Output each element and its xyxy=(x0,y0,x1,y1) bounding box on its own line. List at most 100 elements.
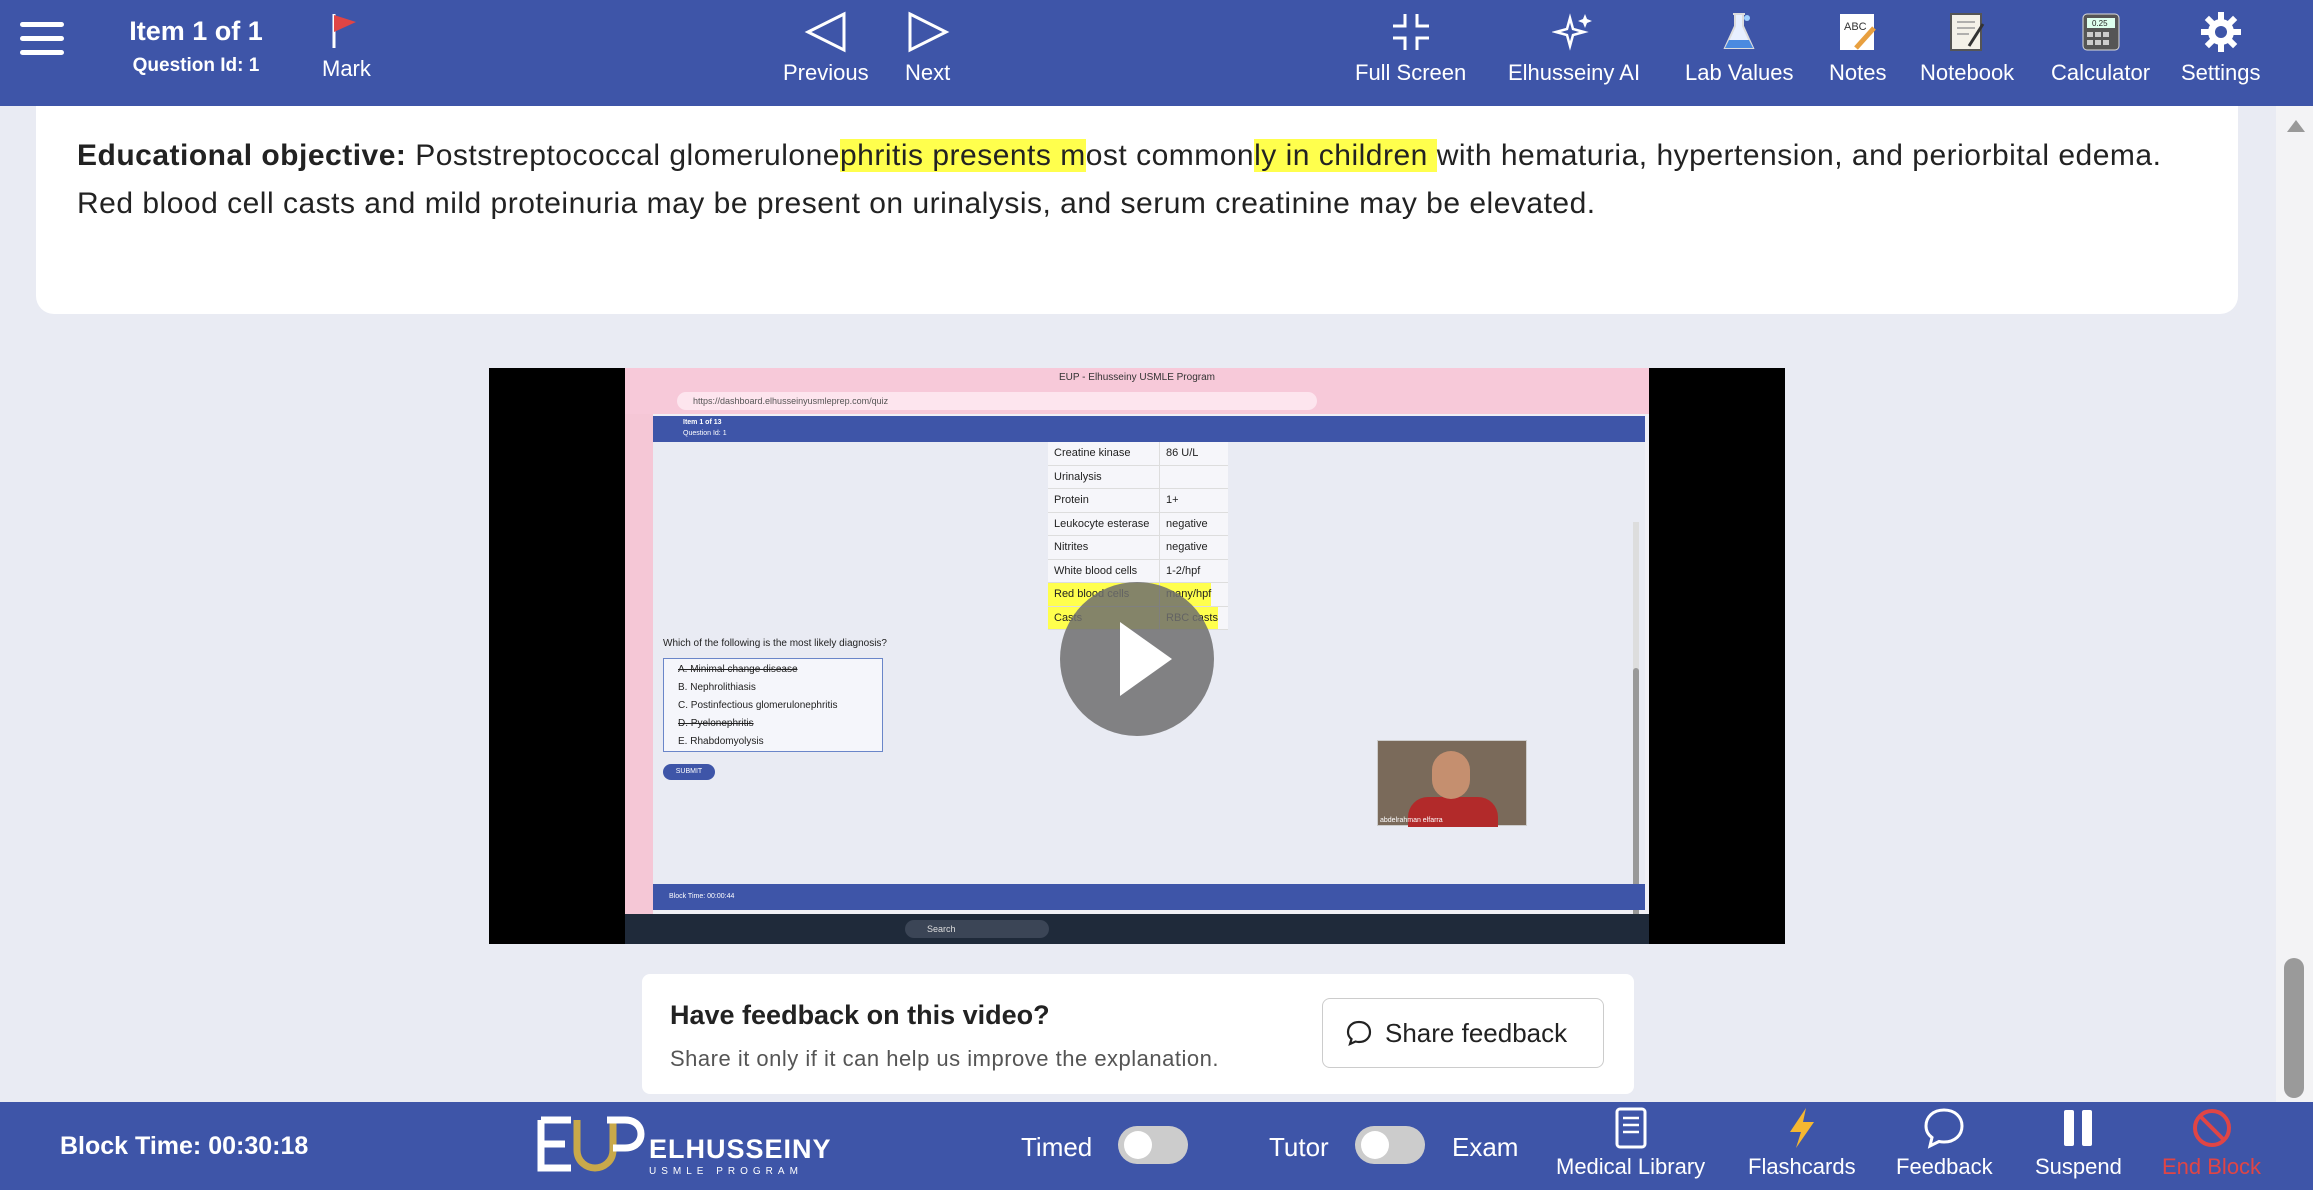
video-app-toolbar: Item 1 of 13 Question Id: 1 xyxy=(653,416,1645,442)
notebook-label: Notebook xyxy=(1920,60,2015,85)
end-block-button[interactable]: End Block xyxy=(2162,1106,2261,1180)
tutor-label: Tutor xyxy=(1269,1132,1329,1162)
logo-text: ELHUSSEINY xyxy=(649,1134,832,1164)
answer-choice: A. Minimal change disease xyxy=(678,664,798,675)
answer-choice: E. Rhabdomyolysis xyxy=(678,736,764,747)
objective-text-1: Poststreptococcal glomerulone xyxy=(406,139,840,172)
notebook-button[interactable]: Notebook xyxy=(1920,10,2014,86)
answer-choice: C. Postinfectious glomerulonephritis xyxy=(678,700,838,711)
previous-button[interactable]: Previous xyxy=(783,10,869,86)
webcam-overlay: abdelrahman elfarra xyxy=(1377,740,1527,827)
mark-button[interactable]: Mark xyxy=(322,10,371,82)
feedback-subtitle: Share it only if it can help us improve … xyxy=(670,1046,1219,1071)
video-item-counter: Item 1 of 13 xyxy=(683,419,722,426)
feedback-title: Have feedback on this video? xyxy=(670,1000,1050,1030)
tutor-exam-toggle[interactable] xyxy=(1355,1126,1425,1164)
item-counter: Item 1 of 1 xyxy=(129,16,263,46)
previous-label: Previous xyxy=(783,60,869,85)
lab-value: 1-2/hpf xyxy=(1166,564,1201,577)
pause-icon xyxy=(2064,1110,2093,1146)
lab-row: Protein 1+ xyxy=(1048,489,1228,513)
feedback-button[interactable]: Feedback xyxy=(1896,1106,1993,1180)
answer-choice: B. Nephrolithiasis xyxy=(678,682,756,693)
lab-name: Protein xyxy=(1048,489,1160,512)
block-time: Block Time: 00:30:18 xyxy=(60,1132,309,1160)
lab-row: Urinalysis xyxy=(1048,465,1228,489)
flag-icon xyxy=(332,14,357,48)
logo-subtext: USMLE PROGRAM xyxy=(649,1166,803,1177)
lightning-icon xyxy=(1789,1108,1814,1148)
menu-icon[interactable] xyxy=(20,22,64,62)
timed-label: Timed xyxy=(1021,1132,1093,1162)
flashcards-button[interactable]: Flashcards xyxy=(1748,1106,1856,1180)
webcam-name: abdelrahman elfarra xyxy=(1380,817,1443,824)
lab-name: Creatine kinase xyxy=(1048,442,1160,465)
scroll-thumb[interactable] xyxy=(2284,958,2304,1098)
speech-bubble-icon xyxy=(1924,1108,1964,1149)
highlight-1: phritis presents m xyxy=(839,139,1086,172)
lab-value: negative xyxy=(1166,541,1208,553)
timed-toggle[interactable] xyxy=(1118,1126,1188,1164)
flashcards-label: Flashcards xyxy=(1748,1154,1856,1179)
mark-label: Mark xyxy=(322,56,371,81)
scroll-up-icon[interactable] xyxy=(2287,120,2305,132)
triangle-left-icon xyxy=(804,11,846,53)
question-id: Question Id: 1 xyxy=(132,55,260,76)
video-submit: SUBMIT xyxy=(663,764,715,780)
video-url: https://dashboard.elhusseinyusmleprep.co… xyxy=(677,392,1317,410)
lab-value: 86 U/L xyxy=(1166,447,1199,459)
full-screen-label: Full Screen xyxy=(1355,60,1467,85)
medical-library-label: Medical Library xyxy=(1556,1154,1706,1179)
triangle-right-icon xyxy=(908,11,949,53)
video-taskbar: Search xyxy=(625,914,1649,944)
video-window-title: EUP - Elhusseiny USMLE Program xyxy=(625,368,1649,388)
lab-name: Nitrites xyxy=(1048,536,1160,559)
svg-text:0.25: 0.25 xyxy=(2092,19,2108,28)
lab-value: 1+ xyxy=(1166,494,1179,506)
play-icon[interactable] xyxy=(1060,582,1214,736)
explanation-area: Educational objective: Poststreptococcal… xyxy=(0,106,2276,1102)
medical-library-button[interactable]: Medical Library xyxy=(1556,1106,1705,1180)
lab-row: Nitrites negative xyxy=(1048,536,1228,560)
notes-label: Notes xyxy=(1829,60,1887,85)
educational-objective: Educational objective: Poststreptococcal… xyxy=(77,132,2217,228)
notes-icon: ABC xyxy=(1839,14,1876,50)
no-entry-icon xyxy=(2192,1109,2231,1147)
objective-card: Educational objective: Poststreptococcal… xyxy=(36,106,2238,314)
suspend-button[interactable]: Suspend xyxy=(2035,1106,2122,1180)
video-block-time: Block Time: 00:00:44 xyxy=(653,884,1645,910)
compress-icon xyxy=(1392,14,1429,50)
item-info: Item 1 of 1 Question Id: 1 xyxy=(116,16,276,77)
objective-text-2: ost common xyxy=(1085,139,1255,172)
video-question: Which of the following is the most likel… xyxy=(663,638,887,649)
video-player[interactable]: EUP - Elhusseiny USMLE Program https://d… xyxy=(489,368,1785,944)
calculator-button[interactable]: 0.25 Calculator xyxy=(2051,10,2150,86)
next-label: Next xyxy=(905,60,951,85)
answer-choices: A. Minimal change disease B. Nephrolithia… xyxy=(663,658,883,752)
full-screen-button[interactable]: Full Screen xyxy=(1355,10,1466,86)
share-feedback-button[interactable]: Share feedback xyxy=(1322,998,1604,1068)
objective-label: Educational objective: xyxy=(77,139,407,172)
top-toolbar: Item 1 of 1 Question Id: 1 Mark Previous… xyxy=(0,0,2313,106)
lab-row: Creatine kinase 86 U/L xyxy=(1048,442,1228,466)
answer-choice: D. Pyelonephritis xyxy=(678,718,754,729)
lab-values-button[interactable]: Lab Values xyxy=(1685,10,1793,86)
lab-values-label: Lab Values xyxy=(1685,60,1794,85)
share-feedback-label: Share feedback xyxy=(1385,1017,1568,1048)
calculator-icon: 0.25 xyxy=(2082,13,2120,51)
highlight-2: ly in children xyxy=(1254,139,1437,172)
video-feedback-box: Have feedback on this video? Share it on… xyxy=(642,974,1634,1094)
next-button[interactable]: Next xyxy=(905,10,950,86)
page-scrollbar[interactable] xyxy=(2276,106,2313,1102)
book-icon xyxy=(1615,1107,1647,1149)
notes-button[interactable]: ABC Notes xyxy=(1829,10,1886,86)
gear-icon xyxy=(2200,12,2241,52)
lab-name: Urinalysis xyxy=(1048,465,1160,488)
feedback-label: Feedback xyxy=(1896,1154,1993,1179)
lab-name: White blood cells xyxy=(1048,559,1160,582)
settings-button[interactable]: Settings xyxy=(2181,10,2261,86)
notebook-icon xyxy=(1950,13,1985,51)
calculator-label: Calculator xyxy=(2051,60,2151,85)
bottom-toolbar: Block Time: 00:30:18 ELHUSSEINY USMLE PR… xyxy=(0,1102,2313,1190)
ai-button[interactable]: Elhusseiny AI xyxy=(1508,10,1640,86)
